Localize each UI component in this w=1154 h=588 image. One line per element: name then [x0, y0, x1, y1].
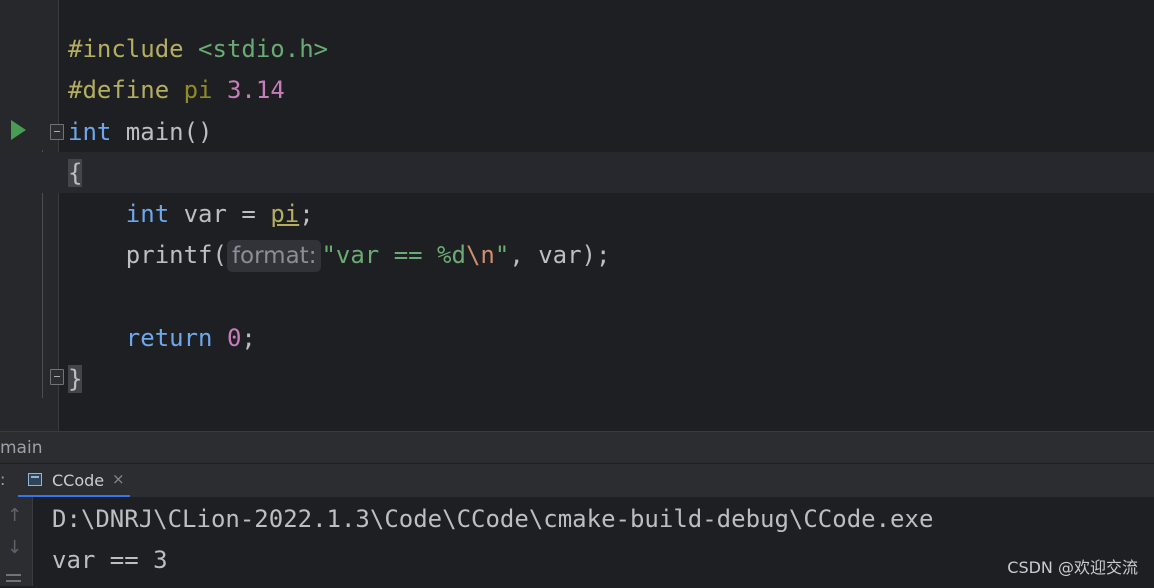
code-line-6: printf(format: "var == %d\n", var); [68, 235, 610, 276]
format-string-open: "var == [321, 241, 438, 269]
scroll-down-icon[interactable]: ↓ [7, 537, 22, 558]
tab-ccode-label: CCode [52, 471, 105, 490]
code-line-4: { [68, 153, 83, 194]
printf-arguments: , var); [509, 241, 611, 269]
breadcrumb[interactable]: main [0, 431, 1154, 464]
scroll-up-icon[interactable]: ↑ [7, 505, 22, 526]
statement-semicolon: ; [299, 200, 314, 228]
return-space [213, 324, 227, 352]
return-keyword: return [125, 324, 213, 352]
code-line-3: int main() [68, 112, 213, 153]
macro-name: pi [183, 76, 213, 104]
return-value: 0 [226, 324, 242, 352]
fold-start-icon[interactable] [50, 124, 64, 140]
printf-call: printf( [125, 241, 227, 269]
code-line-9: } [68, 359, 83, 400]
close-brace: } [68, 365, 83, 393]
csdn-watermark: CSDN @欢迎交流 [1007, 558, 1138, 577]
console-tab-icon [28, 473, 42, 486]
preprocessor-include: #include [68, 35, 184, 63]
var-declaration: var = [169, 200, 271, 228]
run-gutter-icon[interactable] [11, 120, 26, 140]
return-semicolon: ; [241, 324, 256, 352]
run-console[interactable]: ↑ ↓ D:\DNRJ\CLion-2022.1.3\Code\CCode\cm… [0, 497, 1154, 586]
code-line-5: int var = pi; [68, 194, 314, 235]
run-label-colon: : [0, 470, 6, 489]
code-editor[interactable]: #include <stdio.h> #define pi 3.14 int m… [0, 0, 1154, 431]
console-output-path: D:\DNRJ\CLion-2022.1.3\Code\CCode\cmake-… [52, 505, 934, 533]
escape-sequence: \n [465, 241, 495, 269]
code-line-2: #define pi 3.14 [68, 70, 285, 111]
current-line-highlight [0, 152, 1154, 193]
macro-value: 3.14 [226, 76, 285, 104]
fold-end-icon[interactable] [50, 369, 64, 385]
preprocessor-define: #define [68, 76, 170, 104]
int-keyword: int [68, 118, 112, 146]
editor-gutter [0, 0, 59, 431]
console-output-result: var == 3 [52, 546, 168, 574]
format-specifier: %d [437, 241, 466, 269]
format-string-close: " [494, 241, 510, 269]
code-line-8: return 0; [68, 318, 256, 359]
console-toolbar: ↑ ↓ [0, 497, 33, 586]
code-line-1: #include <stdio.h> [68, 29, 328, 70]
var-type-keyword: int [125, 200, 170, 228]
open-brace: { [68, 159, 83, 187]
macro-usage: pi [270, 200, 300, 228]
run-tool-window-header: : CCode × [0, 463, 1154, 498]
close-icon[interactable]: × [112, 470, 125, 488]
tab-ccode[interactable]: CCode × [18, 464, 130, 498]
parameter-hint: format: [226, 240, 322, 272]
include-file: <stdio.h> [198, 35, 329, 63]
breadcrumb-item-main[interactable]: main [0, 432, 42, 464]
main-signature: main() [111, 118, 213, 146]
